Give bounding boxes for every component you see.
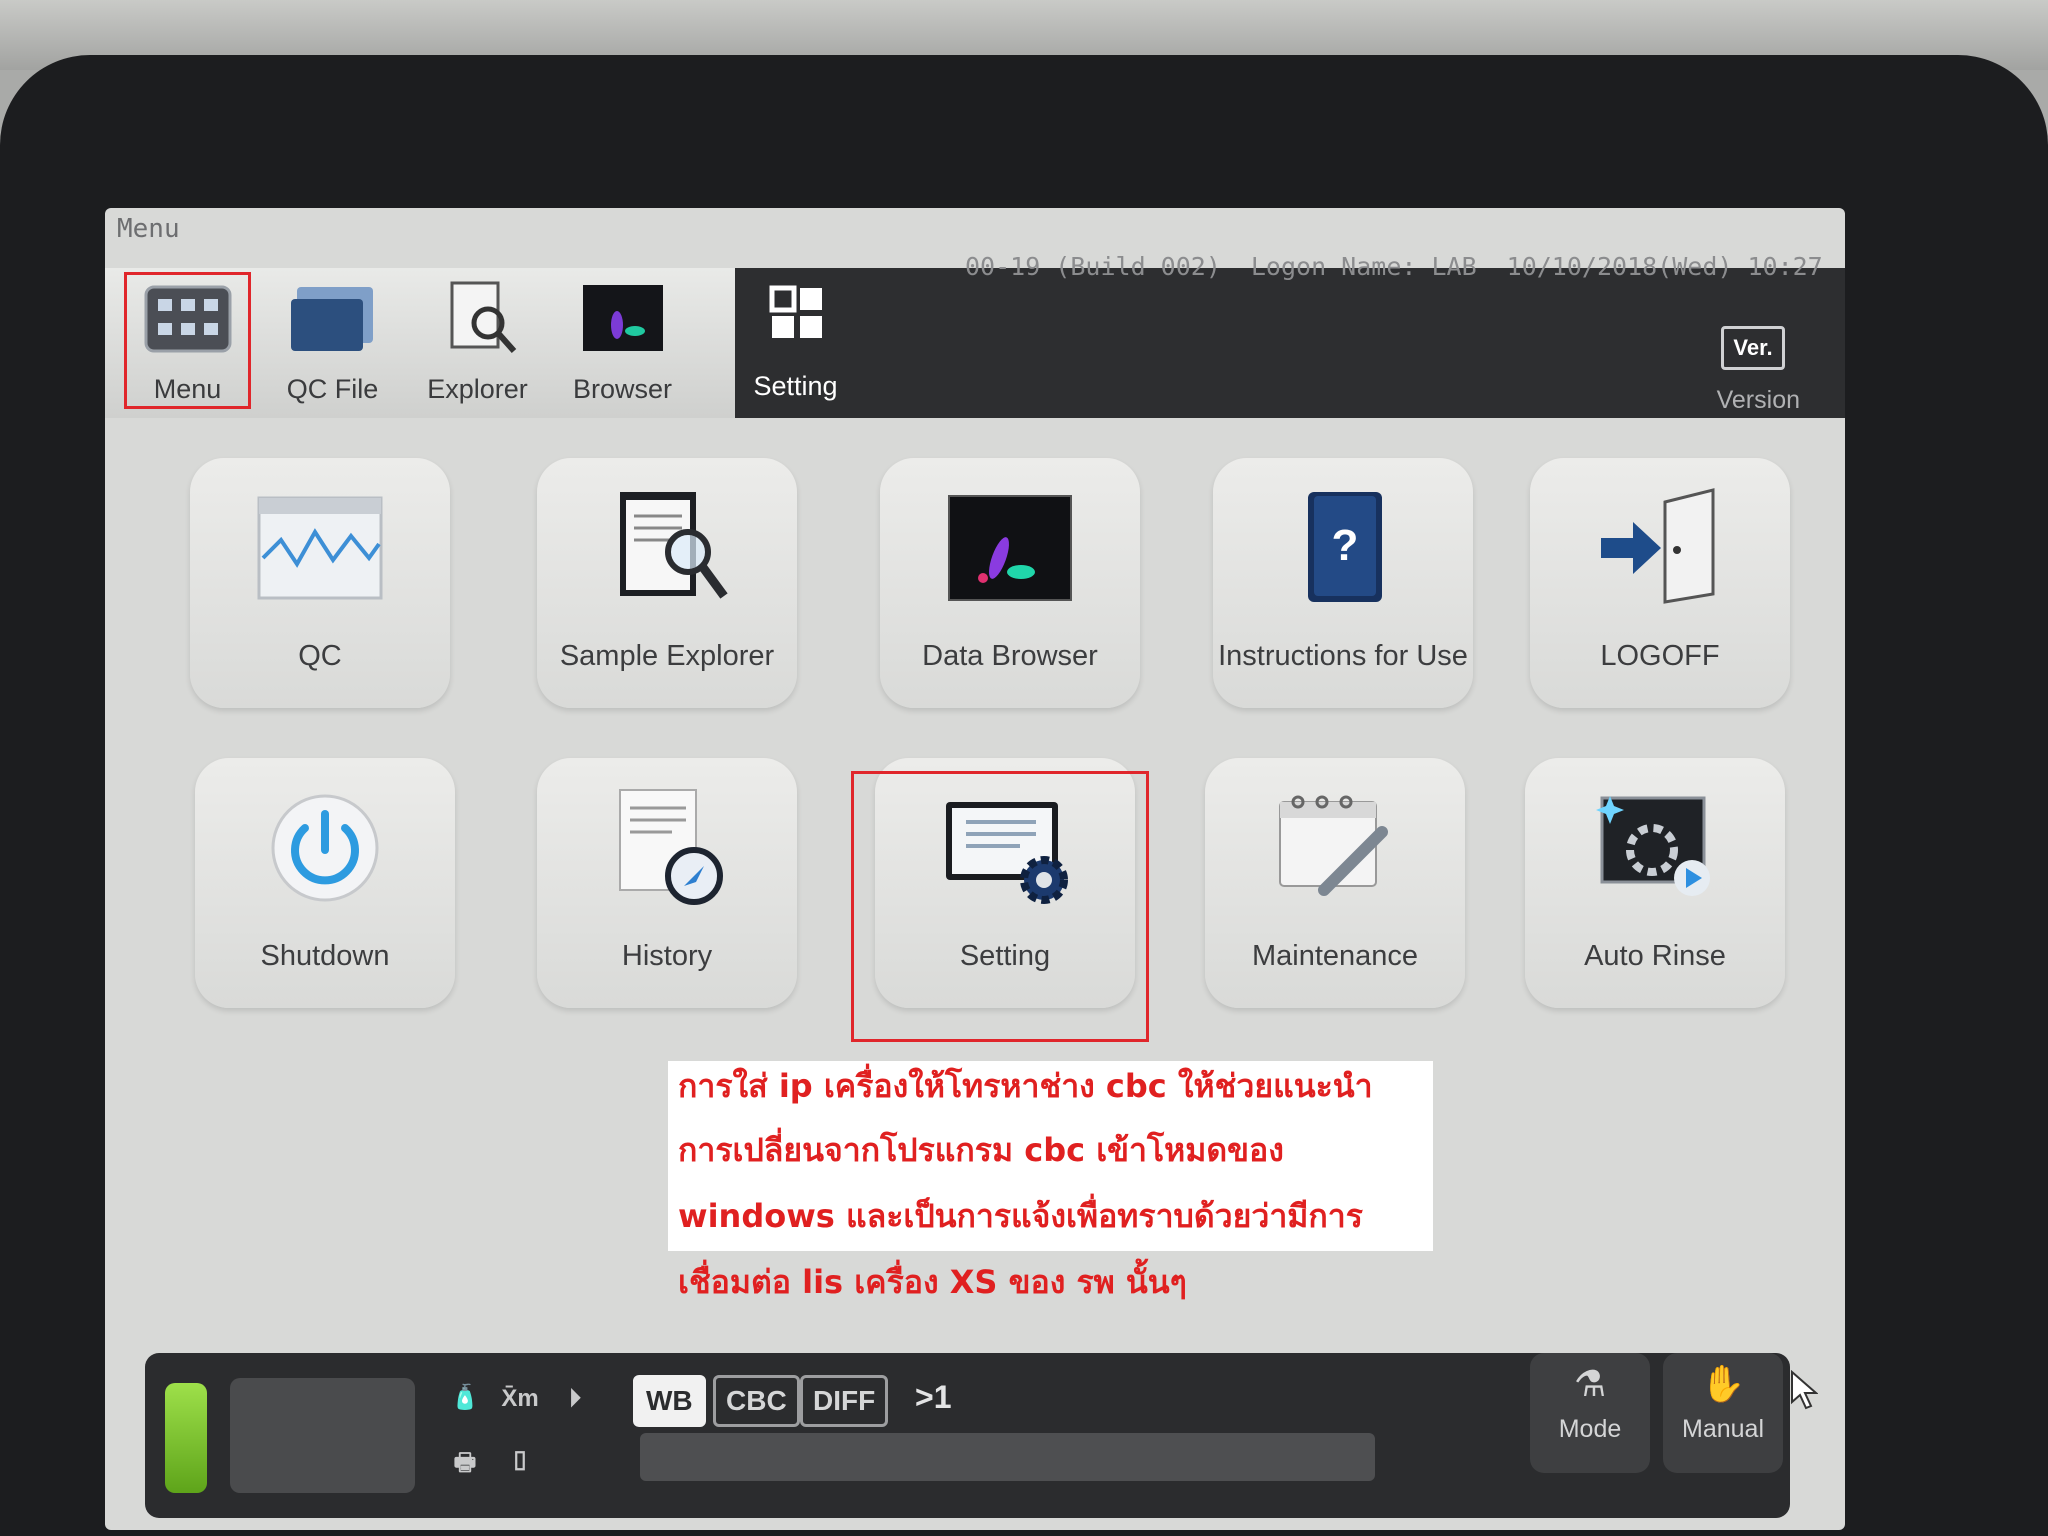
mode-button[interactable]: ⚗ Mode [1530,1353,1650,1473]
note-line-2: การเปลี่ยนจากโปรแกรม cbc เข้าโหมดของ [678,1131,1284,1169]
toolbar-menu-button[interactable]: Menu [124,272,251,409]
maintenance-icon [1279,795,1388,896]
xm-label: X̄m [501,1385,539,1412]
toolbar-explorer-button[interactable]: Explorer [415,273,540,408]
screen-caption: Menu [117,214,180,244]
wb-mode-badge: WB [633,1375,706,1427]
history-tile[interactable]: History [537,758,797,1008]
diff-mode-badge: DIFF [800,1375,889,1427]
svg-text:?: ? [1332,521,1359,570]
tube-mode-icon: ⚗ [1573,1363,1607,1404]
data-browser-icon [948,495,1072,601]
cbc-mode-badge: CBC [713,1375,800,1427]
version-button[interactable]: Ver. [1721,326,1785,370]
manual-button-label: Manual [1682,1415,1764,1443]
auto-rinse-icon [1596,796,1710,896]
mouse-cursor-icon [1791,1370,1818,1410]
version-label: Version [1716,386,1800,414]
auto-rinse-tile[interactable]: Auto Rinse [1525,758,1785,1008]
top-toolbar: Menu QC File Explorer Browser Setting Ve… [105,268,1845,418]
sample-explorer-tile[interactable]: Sample Explorer [537,458,797,708]
ready-status-led [165,1383,207,1493]
manual-icon: ✋ [1700,1363,1746,1404]
logon-name: Logon Name: LAB [1250,252,1477,281]
note-line-3: windows และเป็นการแจ้งเพื่อทราบด้วยว่ามี… [678,1197,1363,1235]
sample-explorer-icon [620,492,728,599]
qc-file-icon [290,287,373,351]
analyzer-screen: Menu Menu QC File Explorer Browser Setti… [105,208,1845,1530]
logoff-label: LOGOFF [1600,640,1720,672]
history-label: History [621,940,713,972]
toolbar-explorer-label: Explorer [427,374,528,404]
instructions-label: Instructions for Use [1218,640,1468,672]
toolbar-browser-label: Browser [572,374,673,404]
instructions-tile[interactable]: ? Instructions for Use [1213,458,1473,708]
data-browser-tile[interactable]: Data Browser [880,458,1140,708]
printer-icon[interactable]: 🖶 [445,1445,485,1479]
qc-label: QC [298,640,342,672]
logoff-tile[interactable]: LOGOFF [1530,458,1790,708]
shutdown-tile[interactable]: Shutdown [195,758,455,1008]
manual-button[interactable]: ✋ Manual [1663,1353,1783,1473]
status-bar: 🧴 X̄m ⏵ 🖶 ▯ WB CBC DIFF >1 ⚗ Mode ✋ Manu… [145,1353,1790,1518]
auto-rinse-label: Auto Rinse [1584,940,1726,972]
build-info: 00-19 (Build 002) [965,252,1221,281]
toolbar-qc-file-label: QC File [286,374,379,404]
reagent-bottle-icon: 🧴 [450,1384,480,1411]
progress-area [640,1433,1375,1481]
data-browser-label: Data Browser [922,640,1098,672]
datetime: 10/10/2018(Wed) 10:27 [1506,252,1823,281]
note-line-1: การใส่ ip เครื่องให้โทรหาช่าง cbc ให้ช่ว… [678,1067,1373,1105]
toolbar-menu-label: Menu [153,374,222,404]
logoff-door-icon [1601,488,1715,604]
toolbar-setting-tab[interactable]: Setting [733,270,858,405]
toolbar-qc-file-button[interactable]: QC File [270,273,395,408]
menu-grid-icon [144,285,231,353]
mode-button-label: Mode [1558,1415,1622,1443]
maintenance-label: Maintenance [1251,940,1419,972]
card-icon: ▯ [513,1446,527,1473]
help-book-icon: ? [1308,492,1382,602]
maintenance-tile[interactable]: Maintenance [1205,758,1465,1008]
power-icon [271,794,379,902]
note-line-4: เชื่อมต่อ lis เครื่อง XS ของ รพ นั้นๆ [678,1263,1187,1301]
browser-icon [582,285,663,351]
toolbar-browser-button[interactable]: Browser [560,273,685,408]
shutdown-label: Shutdown [260,940,390,972]
history-icon [619,789,723,905]
status-line: 00-19 (Build 002) Logon Name: LAB 10/10/20… [965,252,1845,281]
explorer-icon [450,281,516,353]
sample-explorer-label: Sample Explorer [559,640,775,672]
qc-tile[interactable]: QC [190,458,450,708]
toolbar-setting-label: Setting [753,371,838,401]
sampler-icon: ⏵ [569,1385,581,1412]
setting-grid-icon [769,285,822,338]
status-display-panel [230,1378,415,1493]
count-label: >1 [915,1379,952,1415]
setting-highlight-annotation [851,771,1149,1042]
qc-chart-icon [257,496,383,600]
